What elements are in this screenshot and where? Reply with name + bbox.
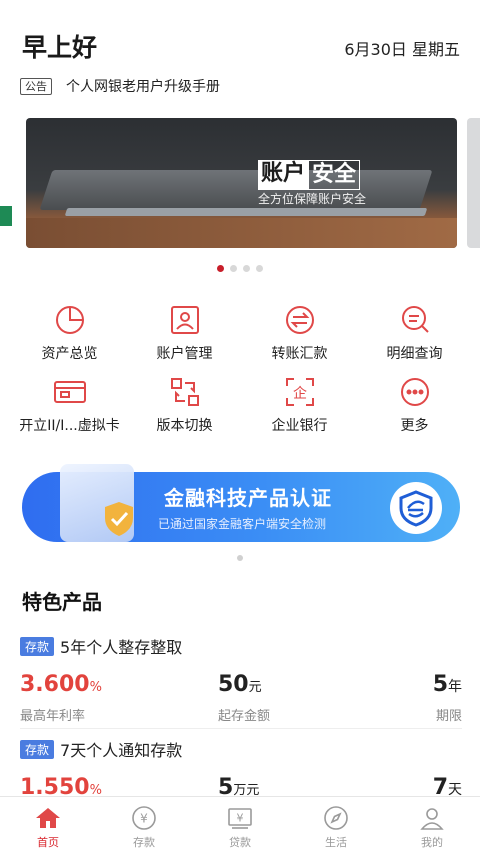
pagination-dot[interactable] [243, 265, 250, 272]
promo-subtitle: 已通过国家金融客户端安全检测 [158, 517, 327, 531]
tab-label: 生活 [325, 836, 347, 849]
promo-title: 金融科技产品认证 [164, 486, 332, 510]
quick-menu-grid: 资产总览 账户管理 转账汇款 明细查询 开立II/I...虚拟卡 版本切换 企 … [0, 303, 480, 447]
tab-label: 存款 [133, 836, 155, 849]
banner-slide[interactable]: 账户 安全 全方位保障账户安全 [26, 118, 457, 248]
next-banner-peek[interactable] [467, 118, 480, 248]
min-amount-label: 起存金额 [218, 709, 271, 724]
menu-label: 企业银行 [271, 418, 328, 434]
banner-desk [26, 218, 457, 248]
banner-laptop-image [39, 170, 433, 210]
banner-title-part2: 安全 [308, 160, 361, 190]
pagination-dot[interactable] [256, 265, 263, 272]
product-min-amount: 50元 [218, 672, 262, 697]
product-card[interactable]: 存款 7天个人通知存款 1.550% 5万元 7天 [20, 737, 462, 800]
menu-label: 明细查询 [386, 346, 443, 362]
menu-version-switch[interactable]: 版本切换 [127, 375, 242, 447]
product-tag: 存款 [20, 739, 55, 759]
product-name: 5年个人整存整取 [60, 638, 183, 657]
virtual-card-icon [53, 375, 87, 409]
enterprise-icon: 企 [283, 375, 317, 409]
banner-title: 账户 安全 [258, 160, 361, 190]
banner-pagination [0, 265, 480, 272]
header: 早上好 6月30日 星期五 公告 个人网银老用户升级手册 [0, 0, 480, 110]
home-icon [34, 805, 62, 831]
banner-subtitle: 全方位保障账户安全 [258, 192, 367, 206]
pagination-dot[interactable] [230, 265, 237, 272]
product-card[interactable]: 存款 5年个人整存整取 3.600% 50元 5年 最高年利率 起存金额 期限 [20, 634, 462, 724]
menu-account-management[interactable]: 账户管理 [127, 303, 242, 375]
menu-label: 转账汇款 [271, 346, 328, 362]
rate-label: 最高年利率 [20, 709, 86, 724]
notice-bar[interactable]: 公告 个人网银老用户升级手册 [20, 76, 220, 96]
tab-life[interactable]: 生活 [288, 797, 384, 854]
svg-text:¥: ¥ [140, 812, 148, 826]
switch-icon [168, 375, 202, 409]
promo-pagination-dot [237, 555, 243, 561]
menu-detail-query[interactable]: 明细查询 [357, 303, 472, 375]
menu-asset-overview[interactable]: 资产总览 [12, 303, 127, 375]
loan-icon: ¥ [226, 805, 254, 831]
term-unit: 年 [448, 679, 462, 695]
compass-icon [322, 805, 350, 831]
menu-label: 资产总览 [41, 346, 98, 362]
tab-mine[interactable]: 我的 [384, 797, 480, 854]
notice-tag: 公告 [20, 77, 52, 95]
product-rate: 3.600% [20, 672, 102, 697]
certification-logo-icon [390, 482, 442, 534]
shield-icon [105, 502, 133, 536]
min-amount-value: 50 [218, 672, 249, 697]
notice-text[interactable]: 个人网银老用户升级手册 [66, 76, 220, 96]
term-value: 5 [432, 672, 448, 697]
menu-label: 版本切换 [156, 418, 213, 434]
product-name: 7天个人通知存款 [60, 741, 183, 760]
menu-label: 更多 [400, 418, 429, 434]
more-icon [398, 375, 432, 409]
divider [20, 728, 462, 729]
greeting-text: 早上好 [22, 33, 98, 62]
rate-unit: % [89, 680, 102, 695]
tab-loan[interactable]: ¥ 贷款 [192, 797, 288, 854]
pagination-dot-active[interactable] [217, 265, 224, 272]
svg-text:¥: ¥ [237, 812, 244, 825]
pie-chart-icon [53, 303, 87, 337]
fintech-certification-banner[interactable]: 金融科技产品认证 已通过国家金融客户端安全检测 [22, 464, 460, 542]
deposit-icon: ¥ [130, 805, 158, 831]
menu-label: 账户管理 [156, 346, 213, 362]
tab-label: 首页 [37, 836, 59, 849]
bottom-tab-bar: 首页 ¥ 存款 ¥ 贷款 生活 我的 [0, 796, 480, 854]
rate-value: 3.600 [20, 672, 90, 697]
date-text: 6月30日 星期五 [344, 40, 460, 59]
banner-title-part1: 账户 [258, 160, 309, 190]
banner-laptop-edge [64, 208, 428, 216]
section-title-featured: 特色产品 [22, 590, 102, 614]
menu-more[interactable]: 更多 [357, 375, 472, 447]
menu-enterprise-bank[interactable]: 企 企业银行 [242, 375, 357, 447]
svg-text:企: 企 [293, 385, 307, 402]
tab-label: 贷款 [229, 836, 251, 849]
term-label: 期限 [435, 709, 462, 724]
tab-deposit[interactable]: ¥ 存款 [96, 797, 192, 854]
menu-transfer[interactable]: 转账汇款 [242, 303, 357, 375]
menu-label: 开立II/I...虚拟卡 [19, 418, 120, 434]
menu-virtual-card[interactable]: 开立II/I...虚拟卡 [12, 375, 127, 447]
profile-icon [418, 805, 446, 831]
tab-home[interactable]: 首页 [0, 797, 96, 854]
product-values: 3.600% 50元 5年 [20, 672, 462, 697]
product-labels: 最高年利率 起存金额 期限 [20, 705, 462, 724]
tab-label: 我的 [421, 836, 443, 849]
account-card-icon [168, 303, 202, 337]
min-amount-unit: 元 [248, 680, 262, 695]
detail-search-icon [398, 303, 432, 337]
banner-carousel[interactable]: 账户 安全 全方位保障账户安全 [0, 118, 480, 250]
transfer-icon [283, 303, 317, 337]
product-term: 5年 [433, 672, 462, 697]
product-tag: 存款 [20, 636, 55, 656]
